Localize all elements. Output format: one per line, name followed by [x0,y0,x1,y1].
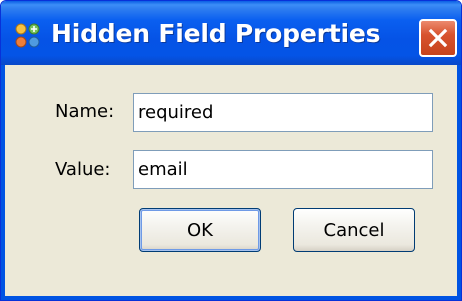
dialog-body: Name: Value: OK Cancel [1,65,461,300]
value-label: Value: [55,159,111,180]
cancel-button[interactable]: Cancel [293,208,415,252]
window-title: Hidden Field Properties [51,19,381,48]
app-icon [15,23,40,48]
title-bar[interactable]: Hidden Field Properties [1,1,461,65]
ok-button[interactable]: OK [139,208,261,252]
close-button[interactable] [419,19,457,57]
name-field[interactable] [133,93,433,132]
dialog-window: Hidden Field Properties Name: Value: OK … [0,0,462,301]
value-field[interactable] [133,150,433,189]
name-label: Name: [55,101,115,122]
close-icon [428,28,448,48]
